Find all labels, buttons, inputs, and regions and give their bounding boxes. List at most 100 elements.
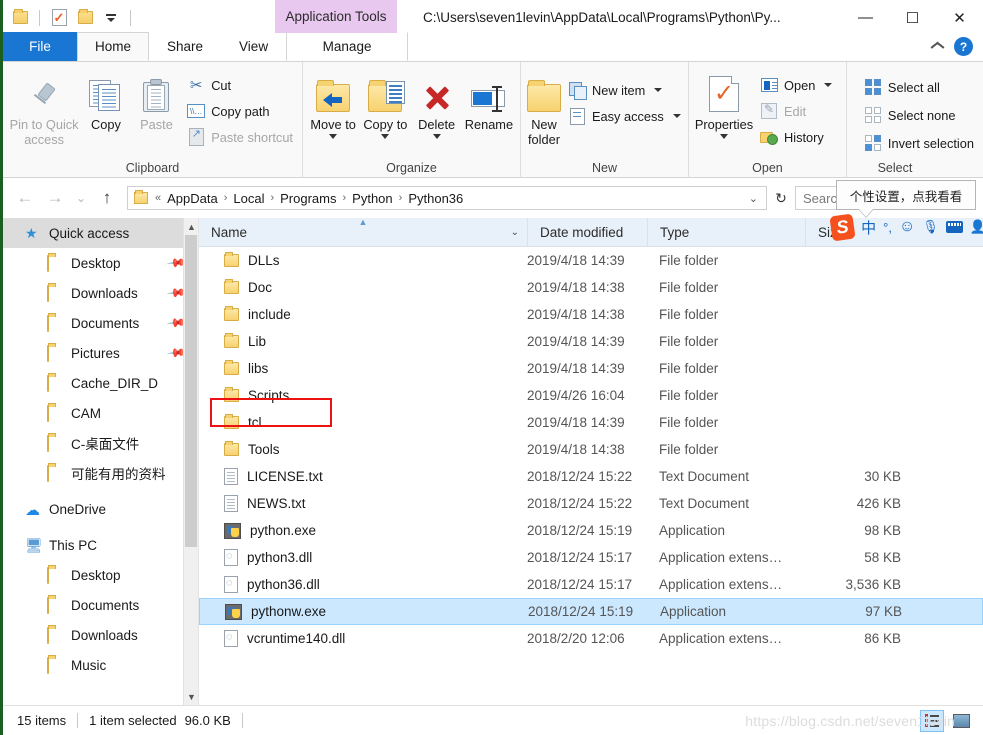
sidebar-item-useful-materials[interactable]: 可能有用的资料 [3, 458, 198, 488]
ime-more-icon[interactable]: 👤 [970, 219, 983, 235]
sogou-logo-icon[interactable]: S [829, 213, 856, 241]
help-icon[interactable]: ? [954, 37, 973, 56]
chevron-down-icon[interactable] [824, 83, 833, 87]
minimize-button[interactable]: — [842, 0, 889, 35]
sidebar-item-cache-dir-d[interactable]: Cache_DIR_D [3, 368, 198, 398]
copy-to-button[interactable]: Copy to [359, 68, 411, 140]
sidebar-item-pc-documents[interactable]: Documents [3, 590, 198, 620]
tab-share[interactable]: Share [149, 32, 221, 61]
sidebar-item-documents[interactable]: Documents 📌 [3, 308, 198, 338]
paste-button[interactable]: Paste [131, 68, 182, 132]
table-row[interactable]: libs 2019/4/18 14:39 File folder [199, 355, 983, 382]
chevron-down-icon[interactable] [720, 134, 728, 140]
sidebar-item-cam[interactable]: CAM [3, 398, 198, 428]
ime-microphone-icon[interactable]: 🎙 [922, 219, 939, 235]
move-to-button[interactable]: Move to [307, 68, 359, 140]
column-header-type[interactable]: Type [647, 218, 805, 247]
forward-button[interactable]: → [41, 184, 69, 212]
chevron-down-icon[interactable]: ⌄ [511, 227, 519, 238]
column-header-name[interactable]: ▲ Name ⌄ [199, 218, 527, 247]
chevron-down-icon[interactable] [329, 134, 338, 140]
breadcrumb-separator[interactable]: › [223, 192, 229, 204]
table-row[interactable]: python36.dll 2018/12/24 15:17 Applicatio… [199, 571, 983, 598]
select-all-button[interactable]: Select all [859, 75, 979, 99]
new-folder-button[interactable]: New folder [525, 68, 563, 147]
table-row[interactable]: python.exe 2018/12/24 15:19 Application … [199, 517, 983, 544]
chevron-down-icon[interactable] [432, 134, 441, 140]
cut-button[interactable]: ✂ Cut [182, 73, 298, 97]
chevron-down-icon[interactable] [381, 134, 390, 140]
invert-selection-button[interactable]: Invert selection [859, 131, 979, 155]
sidebar-item-downloads[interactable]: Downloads 📌 [3, 278, 198, 308]
tab-home[interactable]: Home [77, 32, 150, 61]
sidebar-item-onedrive[interactable]: ☁ OneDrive [3, 494, 198, 524]
table-row[interactable]: Lib 2019/4/18 14:39 File folder [199, 328, 983, 355]
tab-view[interactable]: View [221, 32, 286, 61]
up-button[interactable]: ↑ [93, 184, 121, 212]
open-button[interactable]: Open [755, 73, 837, 97]
column-header-date-modified[interactable]: Date modified [527, 218, 647, 247]
breadcrumb-programs[interactable]: Programs [277, 191, 339, 206]
table-row[interactable]: Tools 2019/4/18 14:38 File folder [199, 436, 983, 463]
table-row[interactable]: tcl 2019/4/18 14:39 File folder [199, 409, 983, 436]
maximize-button[interactable]: ☐ [889, 0, 936, 35]
breadcrumb-python[interactable]: Python [349, 191, 395, 206]
breadcrumb[interactable]: « AppData › Local › Programs › Python › … [127, 186, 767, 210]
table-row[interactable]: pythonw.exe 2018/12/24 15:19 Application… [199, 598, 983, 625]
new-item-button[interactable]: New item [563, 78, 686, 102]
table-row[interactable]: Scripts 2019/4/26 16:04 File folder [199, 382, 983, 409]
close-button[interactable]: ✕ [936, 0, 983, 35]
breadcrumb-local[interactable]: Local [230, 191, 267, 206]
edit-button[interactable]: Edit [755, 99, 837, 123]
tab-file[interactable]: File [3, 32, 77, 61]
ime-language-mode-icon[interactable]: 中 [861, 217, 876, 238]
sidebar-item-pc-music[interactable]: Music [3, 650, 198, 680]
easy-access-button[interactable]: Easy access [563, 104, 686, 128]
properties-button[interactable]: Properties [693, 68, 755, 140]
select-none-button[interactable]: Select none [859, 103, 979, 127]
sidebar-item-c-desktop-files[interactable]: C-桌面文件 [3, 428, 198, 458]
sidebar-item-quick-access[interactable]: ★ Quick access [3, 218, 198, 248]
copy-button[interactable]: Copy [81, 68, 131, 132]
chevron-down-icon[interactable] [654, 88, 663, 92]
table-row[interactable]: NEWS.txt 2018/12/24 15:22 Text Document … [199, 490, 983, 517]
table-row[interactable]: DLLs 2019/4/18 14:39 File folder [199, 247, 983, 274]
sidebar-scrollbar[interactable]: ▲ ▼ [183, 218, 198, 705]
sidebar-item-pc-desktop[interactable]: Desktop [3, 560, 198, 590]
back-button[interactable]: ← [11, 184, 39, 212]
breadcrumb-appdata[interactable]: AppData [164, 191, 221, 206]
sidebar-item-desktop[interactable]: Desktop 📌 [3, 248, 198, 278]
scroll-down-icon[interactable]: ▼ [184, 688, 198, 705]
rename-button[interactable]: Rename [462, 68, 516, 132]
table-row[interactable]: Doc 2019/4/18 14:38 File folder [199, 274, 983, 301]
breadcrumb-separator[interactable]: › [398, 192, 404, 204]
scroll-up-icon[interactable]: ▲ [184, 218, 198, 235]
ime-emoji-icon[interactable]: ☺ [899, 218, 915, 236]
recent-locations-button[interactable]: ⌄ [71, 184, 91, 212]
refresh-button[interactable]: ↻ [769, 186, 793, 210]
customize-qat-icon[interactable] [100, 7, 122, 29]
breadcrumb-overflow[interactable]: « [154, 192, 162, 204]
scrollbar-thumb[interactable] [185, 235, 197, 547]
sidebar-item-pc-downloads[interactable]: Downloads [3, 620, 198, 650]
breadcrumb-separator[interactable]: › [269, 192, 275, 204]
pin-to-quick-access-button[interactable]: Pin to Quick access [7, 68, 81, 147]
delete-button[interactable]: Delete [412, 68, 462, 140]
table-row[interactable]: python3.dll 2018/12/24 15:17 Application… [199, 544, 983, 571]
tab-manage[interactable]: Manage [286, 32, 409, 61]
breadcrumb-separator[interactable]: › [342, 192, 348, 204]
sidebar-item-this-pc[interactable]: 🖥 This PC [3, 530, 198, 560]
chevron-down-icon[interactable] [672, 114, 681, 118]
table-row[interactable]: LICENSE.txt 2018/12/24 15:22 Text Docume… [199, 463, 983, 490]
breadcrumb-python36[interactable]: Python36 [405, 191, 466, 206]
properties-icon[interactable]: ✓ [48, 7, 70, 29]
ime-keyboard-icon[interactable] [945, 221, 963, 233]
ime-punctuation-icon[interactable]: °, [883, 220, 892, 235]
table-row[interactable]: vcruntime140.dll 2018/2/20 12:06 Applica… [199, 625, 983, 652]
copy-path-button[interactable]: \\… Copy path [182, 99, 298, 123]
new-folder-icon[interactable] [74, 7, 96, 29]
history-button[interactable]: History [755, 125, 837, 149]
collapse-ribbon-icon[interactable] [931, 42, 944, 51]
sidebar-item-pictures[interactable]: Pictures 📌 [3, 338, 198, 368]
table-row[interactable]: include 2019/4/18 14:38 File folder [199, 301, 983, 328]
